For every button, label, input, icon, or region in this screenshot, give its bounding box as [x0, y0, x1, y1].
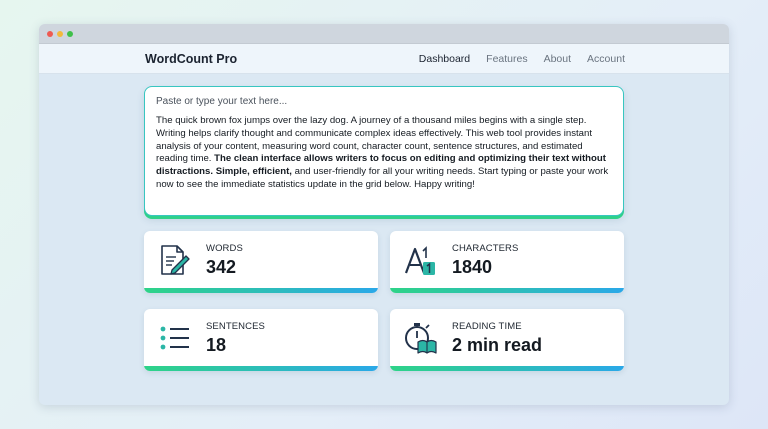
- stat-value-characters: 1840: [452, 257, 493, 277]
- stat-card-words: WORDS 342: [144, 231, 378, 293]
- browser-window: WordCount Pro Dashboard Features About A…: [39, 24, 729, 405]
- stat-card-sentences: SENTENCES 18: [144, 309, 378, 371]
- window-titlebar: [39, 24, 729, 44]
- text-input-content[interactable]: The quick brown fox jumps over the lazy …: [156, 115, 612, 192]
- stat-label-words: WORDS: [206, 243, 243, 254]
- close-window-button[interactable]: [47, 31, 53, 37]
- stat-value-words: 342: [206, 257, 237, 277]
- nav-link-about[interactable]: About: [544, 53, 571, 65]
- stopwatch-book-icon: [405, 323, 437, 354]
- text-input-area[interactable]: Paste or type your text here... The quic…: [144, 86, 624, 216]
- nav-link-account[interactable]: Account: [587, 53, 625, 65]
- document-pencil-icon: [161, 245, 190, 275]
- stat-value-sentences: 18: [206, 335, 227, 355]
- stat-label-sentences: SENTENCES: [206, 321, 265, 332]
- text-input-placeholder: Paste or type your text here...: [156, 96, 288, 107]
- minimize-window-button[interactable]: [57, 31, 63, 37]
- bullet-list-icon: [160, 326, 189, 350]
- top-navbar: WordCount Pro Dashboard Features About A…: [39, 44, 729, 74]
- main-content: Paste or type your text here... The quic…: [39, 74, 729, 405]
- stat-value-reading-time: 2 min read: [452, 335, 543, 355]
- stat-label-reading-time: READING TIME: [452, 321, 522, 332]
- main-nav: Dashboard Features About Account: [419, 53, 625, 65]
- letter-a-one-icon: [404, 246, 435, 275]
- stat-label-characters: CHARACTERS: [452, 243, 519, 254]
- stat-card-reading-time: READING TIME 2 min read: [390, 309, 624, 371]
- stat-card-characters: CHARACTERS 1840: [390, 231, 624, 293]
- brand-logo[interactable]: WordCount Pro: [145, 52, 237, 66]
- nav-link-dashboard[interactable]: Dashboard: [419, 53, 470, 65]
- nav-link-features[interactable]: Features: [486, 53, 527, 65]
- maximize-window-button[interactable]: [67, 31, 73, 37]
